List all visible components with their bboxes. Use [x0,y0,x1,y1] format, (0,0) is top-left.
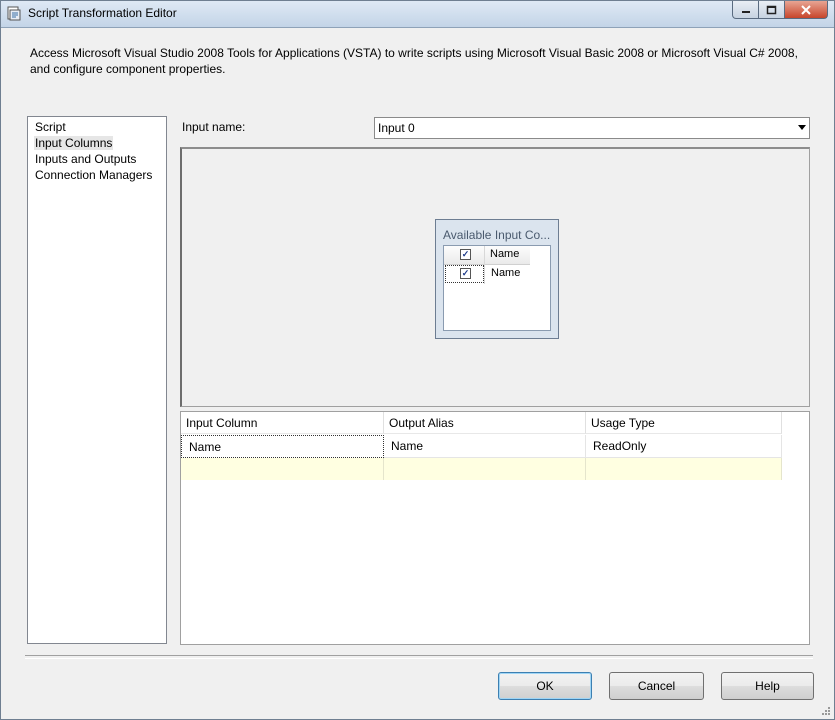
title-bar[interactable]: Script Transformation Editor [1,1,834,28]
input-name-label: Input name: [182,120,246,134]
available-input-columns-box[interactable]: Available Input Co... ✓ Name ✓ Name [435,219,559,339]
footer-separator [25,655,813,659]
minimize-icon [741,10,750,13]
maximize-icon [766,5,777,14]
ok-button[interactable]: OK [498,672,592,700]
nav-item-label: Script [35,120,66,134]
close-button[interactable] [785,1,828,19]
input-name-value: Input 0 [378,121,415,135]
nav-item-label: Input Columns [34,136,114,150]
available-columns-title: Available Input Co... [443,228,551,242]
maximize-button[interactable] [759,1,785,19]
grid-cell-input-column[interactable]: Name [181,435,384,458]
column-header-output-alias[interactable]: Output Alias [384,412,586,434]
header-name-label: Name [490,248,520,260]
grid-new-row[interactable] [181,458,782,480]
column-header-usage-type[interactable]: Usage Type [586,412,782,434]
editor-description: Access Microsoft Visual Studio 2008 Tool… [30,46,798,76]
nav-item-label: Connection Managers [35,168,153,182]
column-name-checkbox[interactable]: ✓ [460,268,471,279]
select-all-checkbox[interactable]: ✓ [460,249,471,260]
nav-item-connection-managers[interactable]: Connection Managers [28,167,166,183]
dialog-window: Script Transformation Editor Access Micr… [0,0,835,720]
page-navigation-list: Script Input Columns Inputs and Outputs … [27,116,167,644]
nav-item-script[interactable]: Script [28,119,166,135]
close-icon [801,4,811,15]
resize-grip-icon[interactable] [821,706,831,716]
input-name-dropdown[interactable]: Input 0 [374,117,810,139]
help-button[interactable]: Help [721,672,814,700]
window-title: Script Transformation Editor [28,6,177,20]
nav-item-input-columns[interactable]: Input Columns [28,135,166,151]
new-row-separator [585,458,586,480]
cancel-button[interactable]: Cancel [609,672,704,700]
available-columns-list: ✓ Name ✓ Name [443,245,551,331]
nav-item-inputs-and-outputs[interactable]: Inputs and Outputs [28,151,166,167]
minimize-button[interactable] [732,1,759,19]
input-columns-grid: Input Column Output Alias Usage Type Nam… [180,411,810,645]
grid-cell-output-alias[interactable]: Name [384,435,586,458]
new-row-separator [383,458,384,480]
nav-item-label: Inputs and Outputs [35,152,137,166]
available-column-row[interactable]: ✓ Name [444,264,530,284]
column-header-input-column[interactable]: Input Column [181,412,384,434]
select-all-header: ✓ Name [444,246,530,265]
dropdown-arrow-icon[interactable] [798,125,806,130]
column-name-label: Name [491,267,521,279]
script-editor-icon [7,6,21,21]
new-row-separator [781,458,782,480]
grid-cell-usage-type[interactable]: ReadOnly [586,435,782,458]
